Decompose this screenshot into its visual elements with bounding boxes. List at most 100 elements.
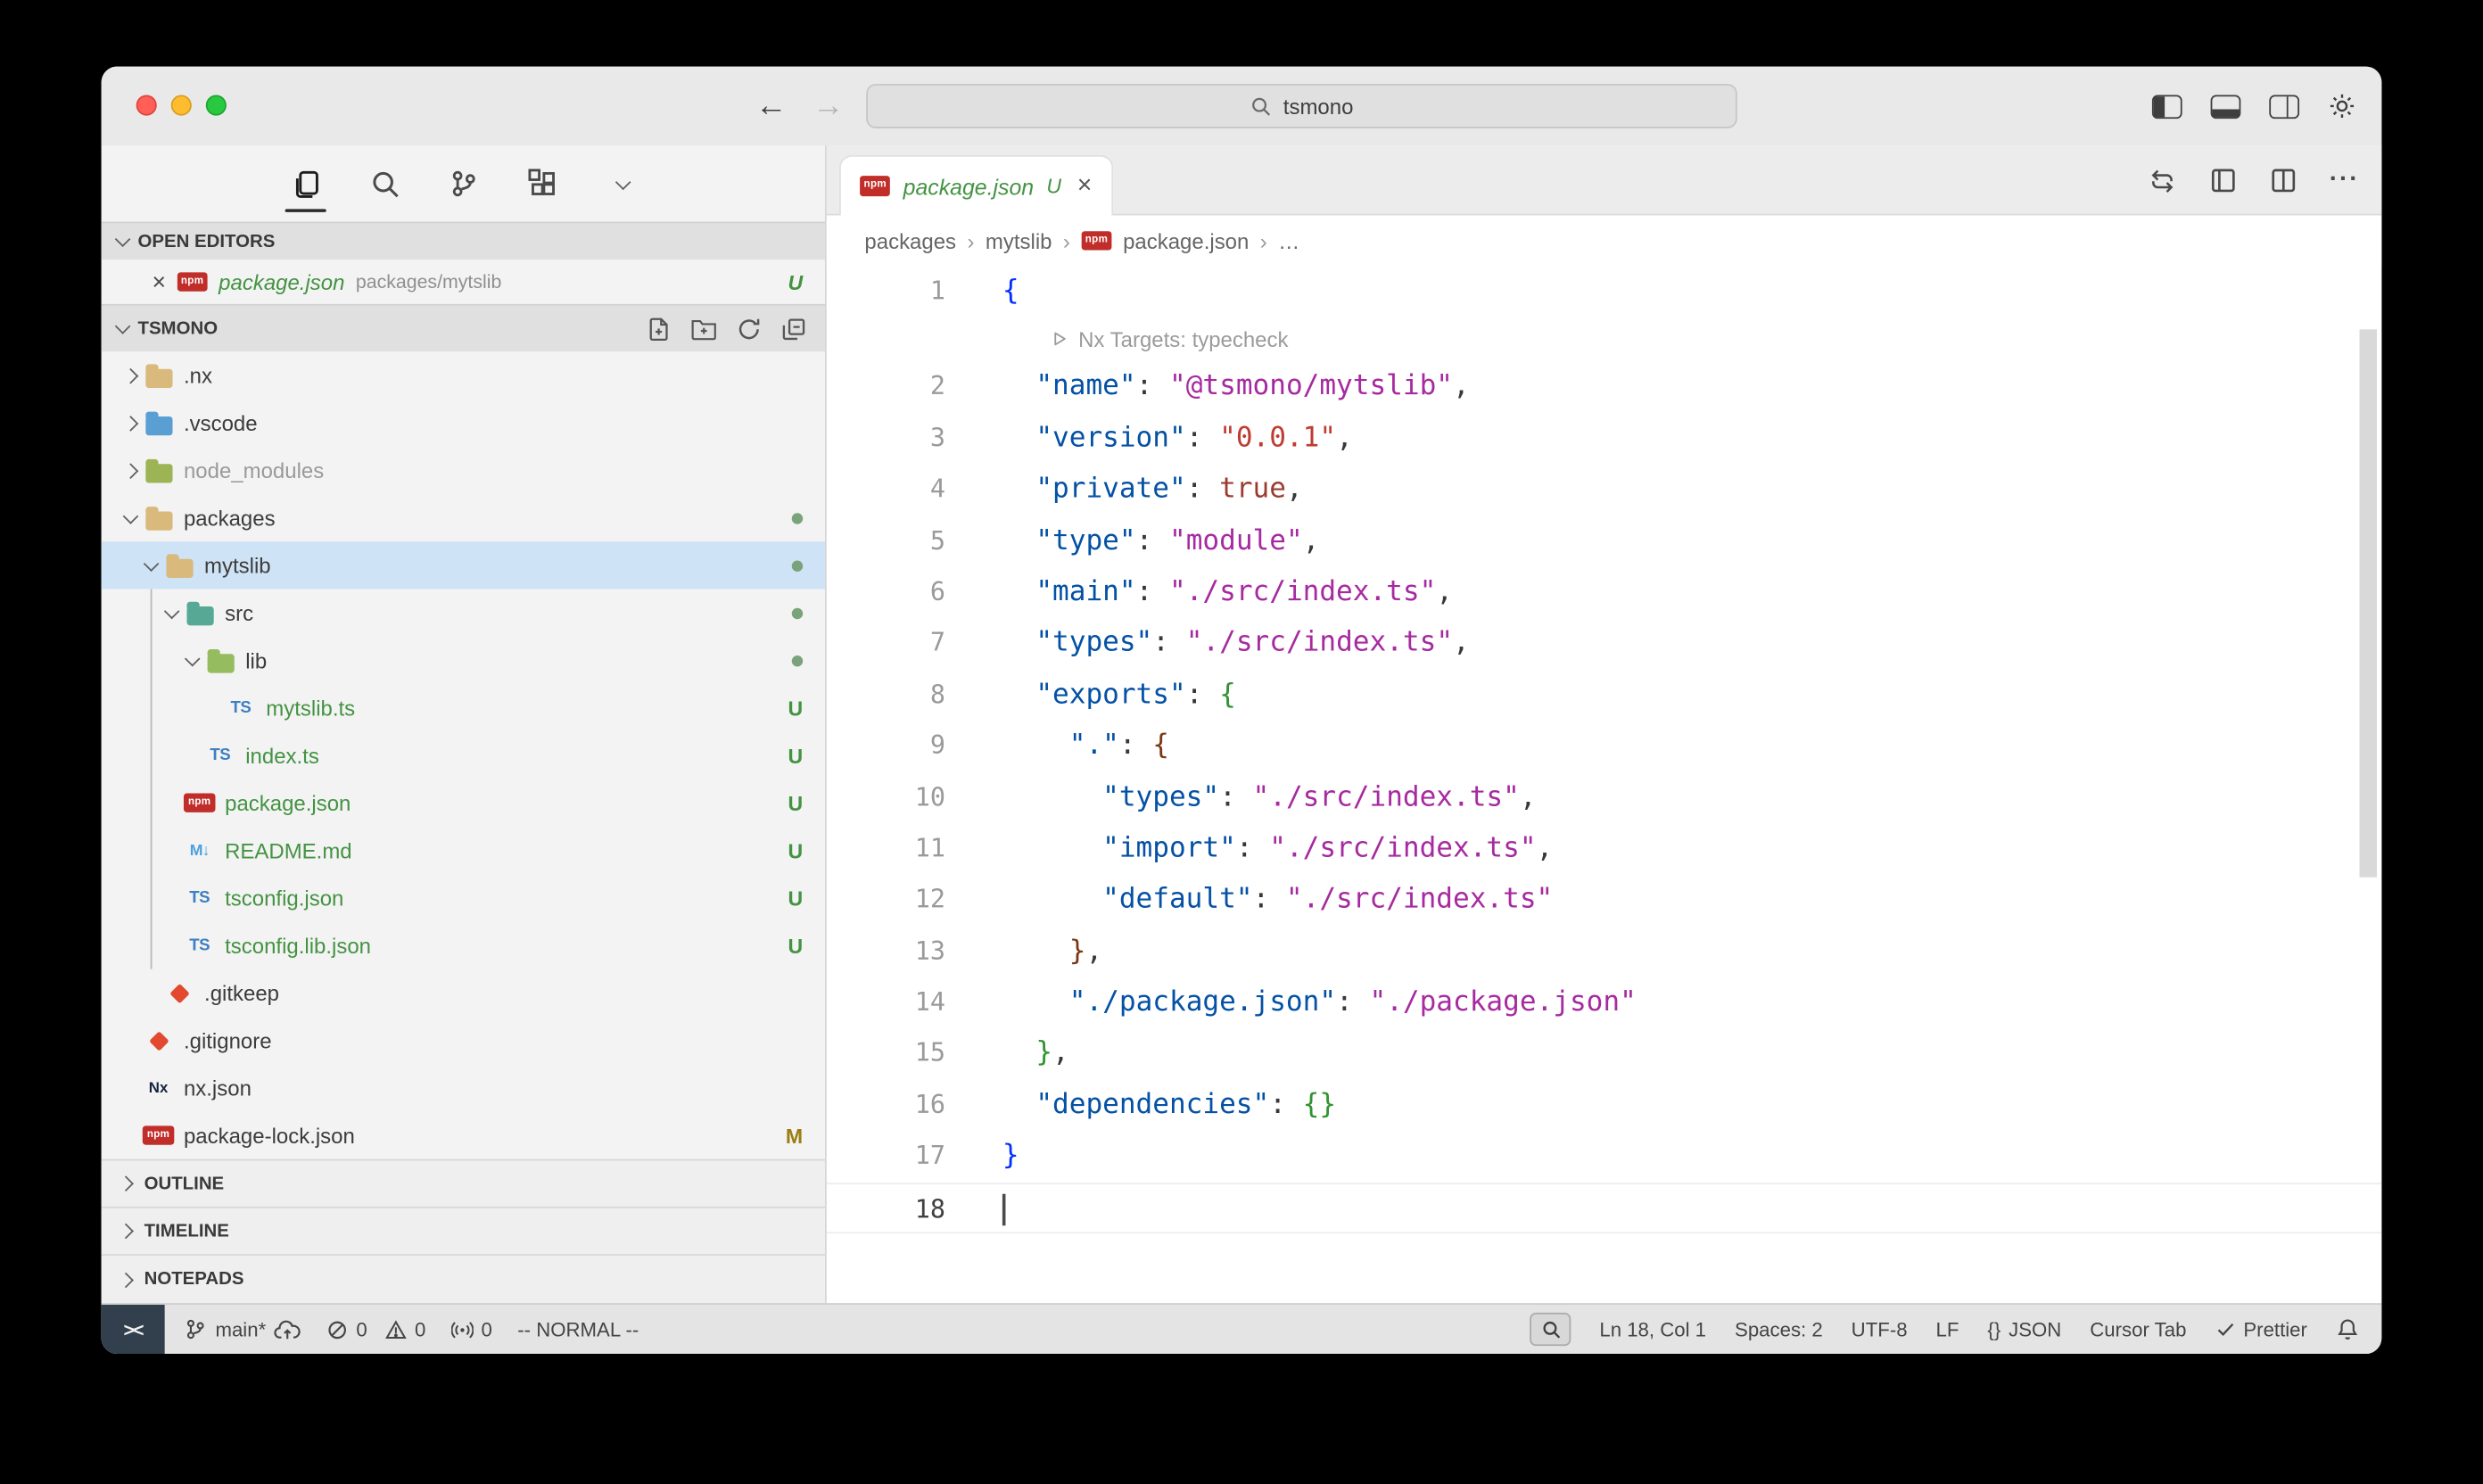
close-editor-icon[interactable]: × [152,270,166,294]
more-actions-icon[interactable]: ··· [2330,166,2360,194]
editor-layout-icon[interactable] [2209,166,2238,194]
tab-package-json[interactable]: npm package.json U × [839,155,1112,215]
line-number[interactable]: 4 [827,465,945,516]
tree-item-mytslib-ts[interactable]: TS mytslib.ts U [102,684,825,731]
remote-indicator[interactable]: >< [102,1305,165,1354]
chevron-down-icon[interactable] [159,607,184,618]
project-section-header[interactable]: TSMONO [102,304,825,351]
branch-status[interactable]: main* [184,1317,301,1341]
chevron-down-icon[interactable] [117,512,142,523]
language-mode-status[interactable]: {} JSON [1987,1318,2061,1340]
tree-item-nx-json[interactable]: Nx nx.json [102,1064,825,1111]
back-button[interactable]: ← [755,88,788,125]
line-number[interactable]: 2 [827,362,945,414]
breadcrumb-mytslib[interactable]: mytslib [986,229,1052,253]
line-number[interactable]: 1 [827,266,945,317]
code-line[interactable]: 15 }, [827,1028,2382,1080]
open-editors-header[interactable]: OPEN EDITORS [102,222,825,260]
tree-item-vscode-folder[interactable]: .vscode [102,399,825,446]
cursor-tab-status[interactable]: Cursor Tab [2090,1318,2186,1340]
code-editor[interactable]: 1{ Nx Targets: typecheck 2 "name": "@tsm… [827,266,2382,1303]
timeline-panel-header[interactable]: TIMELINE [102,1207,825,1254]
cursor-position-status[interactable]: Ln 18, Col 1 [1599,1318,1706,1340]
toggle-bottom-panel-icon[interactable] [2211,95,2241,119]
line-number[interactable]: 6 [827,567,945,619]
explorer-files-icon[interactable] [288,166,323,201]
close-window-button[interactable] [136,95,157,116]
extensions-icon[interactable] [525,166,560,201]
problems-status[interactable]: 0 0 [326,1318,426,1340]
vim-mode-indicator[interactable]: -- NORMAL -- [517,1318,639,1340]
tree-item-package-json[interactable]: npm package.json U [102,779,825,827]
line-number[interactable]: 5 [827,515,945,567]
screencast-zoom-button[interactable] [1530,1313,1571,1346]
chevron-down-icon[interactable] [179,655,204,665]
tree-item-packages[interactable]: packages [102,494,825,541]
command-center-search[interactable]: tsmono [866,84,1737,128]
line-number[interactable]: 17 [827,1131,945,1183]
tree-item-lib[interactable]: lib [102,637,825,684]
line-number[interactable]: 14 [827,977,945,1029]
tree-item-gitkeep[interactable]: .gitkeep [102,969,825,1017]
minimize-window-button[interactable] [171,95,192,116]
breadcrumb-package-json[interactable]: package.json [1123,229,1249,253]
code-line[interactable]: 10 "types": "./src/index.ts", [827,772,2382,824]
chevron-down-icon[interactable] [605,166,639,201]
zoom-window-button[interactable] [206,95,227,116]
line-number[interactable]: 13 [827,926,945,977]
line-number[interactable]: 3 [827,413,945,465]
code-line[interactable]: 2 "name": "@tsmono/mytslib", [827,362,2382,414]
tree-item-node-modules[interactable]: node_modules [102,447,825,494]
split-editor-icon[interactable] [2269,166,2297,194]
close-tab-icon[interactable]: × [1077,173,1093,198]
outline-panel-header[interactable]: OUTLINE [102,1159,825,1207]
tree-item-package-lock-json[interactable]: npm package-lock.json M [102,1111,825,1158]
code-line[interactable]: 16 "dependencies": {} [827,1080,2382,1132]
breadcrumb-packages[interactable]: packages [864,229,956,253]
code-line[interactable]: 14 "./package.json": "./package.json" [827,977,2382,1029]
code-line[interactable]: 8 "exports": { [827,670,2382,721]
breadcrumb-symbol[interactable]: … [1278,229,1299,253]
refresh-icon[interactable] [737,316,762,341]
vertical-scrollbar[interactable] [2360,329,2378,877]
formatter-status[interactable]: Prettier [2215,1318,2307,1340]
notepads-panel-header[interactable]: NOTEPADS [102,1254,825,1303]
chevron-right-icon[interactable] [117,370,142,381]
notifications-bell-icon[interactable] [2336,1317,2360,1341]
code-line[interactable]: 7 "types": "./src/index.ts", [827,618,2382,670]
new-folder-icon[interactable] [690,316,717,341]
tree-item-index-ts[interactable]: TS index.ts U [102,731,825,779]
tree-item-tsconfig-lib-json[interactable]: TS tsconfig.lib.json U [102,921,825,969]
line-number[interactable]: 7 [827,618,945,670]
toggle-right-sidebar-icon[interactable] [2269,95,2299,119]
line-number[interactable]: 11 [827,823,945,875]
tree-item-tsconfig-json[interactable]: TS tsconfig.json U [102,874,825,921]
code-line[interactable]: 1{ [827,266,2382,317]
indentation-status[interactable]: Spaces: 2 [1735,1318,1823,1340]
settings-gear-icon[interactable] [2328,92,2356,120]
tree-item-mytslib[interactable]: mytslib [102,541,825,589]
code-line[interactable]: 12 "default": "./src/index.ts" [827,875,2382,927]
compare-changes-icon[interactable] [2148,166,2178,196]
code-line[interactable]: 5 "type": "module", [827,515,2382,567]
encoding-status[interactable]: UTF-8 [1852,1318,1908,1340]
line-number[interactable]: 18 [827,1183,945,1232]
code-line[interactable]: 13 }, [827,926,2382,977]
code-line[interactable]: 17} [827,1131,2382,1183]
open-editor-item[interactable]: × npm package.json packages/mytslib U [102,260,825,304]
tree-item-src[interactable]: src [102,589,825,636]
chevron-down-icon[interactable] [137,560,162,571]
eol-status[interactable]: LF [1936,1318,1959,1340]
line-number[interactable]: 9 [827,721,945,772]
line-number[interactable]: 16 [827,1080,945,1132]
tree-item-readme-md[interactable]: M↓ README.md U [102,827,825,874]
toggle-left-sidebar-icon[interactable] [2152,95,2182,119]
chevron-right-icon[interactable] [117,417,142,428]
line-number[interactable]: 8 [827,670,945,721]
source-control-icon[interactable] [447,166,482,201]
line-number[interactable]: 12 [827,875,945,927]
tree-item-gitignore[interactable]: .gitignore [102,1017,825,1064]
codelens-nx-targets[interactable]: Nx Targets: typecheck [1050,327,1288,351]
collapse-folders-icon[interactable] [780,316,805,341]
line-number[interactable]: 10 [827,772,945,824]
